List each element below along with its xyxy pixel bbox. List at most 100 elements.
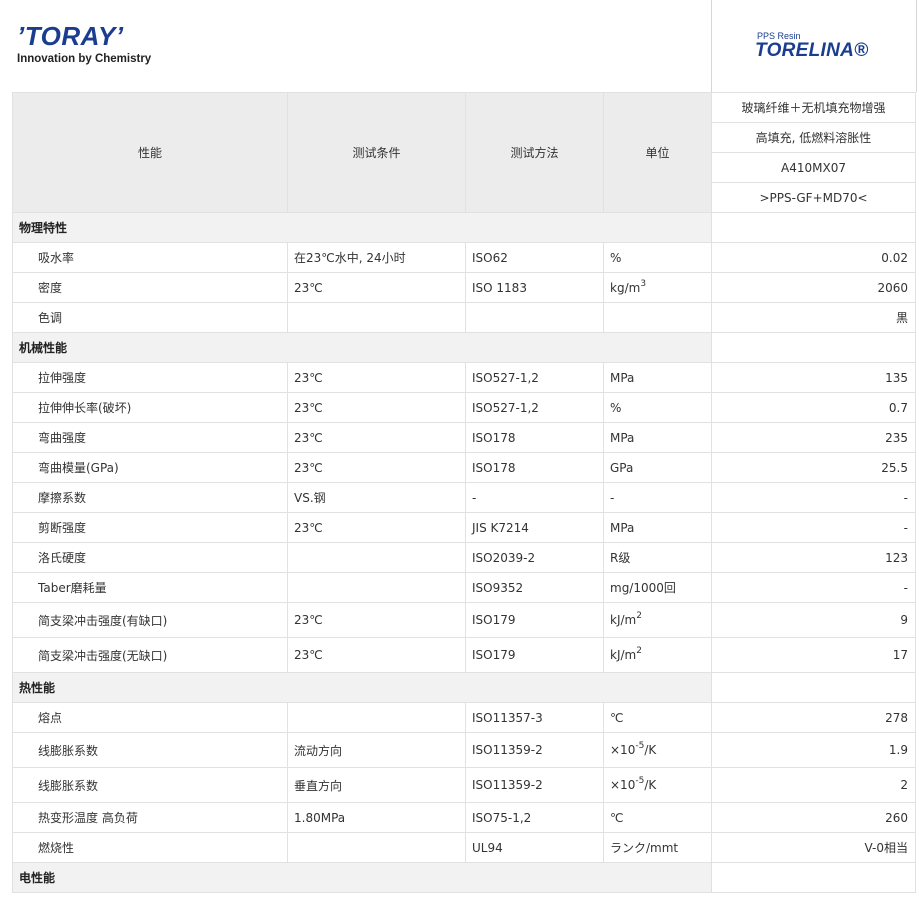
header-feature: 高填充, 低燃料溶胀性 [711,122,916,153]
unit-text: - [610,490,615,505]
unit-cell: MPa [603,362,712,393]
property-name: 燃烧性 [12,832,288,863]
property-name: 拉伸伸长率(破坏) [12,392,288,423]
test-condition [287,572,466,603]
unit-cell: % [603,392,712,423]
property-value: 1.9 [711,732,916,768]
unit-text: MPa [610,430,635,445]
test-condition: 23℃ [287,422,466,453]
header-grade: A410MX07 [711,152,916,183]
unit-text: % [610,400,622,415]
table-row: 拉伸强度 23℃ ISO527-1,2 MPa 135 [12,362,916,393]
table-row: 密度 23℃ ISO 1183 kg/m3 2060 [12,272,916,303]
test-method: ISO2039-2 [465,542,604,573]
unit-cell: mg/1000回 [603,572,712,603]
property-value: 235 [711,422,916,453]
test-method: ISO179 [465,637,604,673]
table-row: 洛氏硬度 ISO2039-2 R级 123 [12,542,916,573]
property-value: 9 [711,602,916,638]
table-row: 剪断强度 23℃ JIS K7214 MPa - [12,512,916,543]
unit-cell: MPa [603,512,712,543]
unit-text: MPa [610,370,635,385]
product-logo-box: PPS Resin TORELINA® [711,0,917,92]
unit-cell: kg/m3 [603,272,712,303]
test-method: ISO527-1,2 [465,392,604,423]
toray-logo: ’TORAY’ Innovation by Chemistry [17,22,207,72]
property-value: 260 [711,802,916,833]
test-method: ISO178 [465,452,604,483]
test-method: UL94 [465,832,604,863]
unit-text: ×10 [610,743,636,757]
property-value: 0.02 [711,242,916,273]
unit-cell: ℃ [603,802,712,833]
property-name: 线膨胀系数 [12,732,288,768]
header-property: 性能 [12,92,288,213]
table-row: 色调 黒 [12,302,916,333]
brand-wordmark: ’TORAY’ [17,21,124,51]
section-value-cell [711,672,916,703]
test-condition: 23℃ [287,272,466,303]
unit-text: ×10 [610,778,636,792]
unit-text: GPa [610,460,634,475]
table-row: 线膨胀系数 垂直方向 ISO11359-2 ×10-5/K 2 [12,767,916,803]
test-condition: 23℃ [287,512,466,543]
property-name: 吸水率 [12,242,288,273]
test-method: JIS K7214 [465,512,604,543]
test-method: ISO11359-2 [465,732,604,768]
test-method: ISO178 [465,422,604,453]
test-method: ISO 1183 [465,272,604,303]
header-condition: 测试条件 [287,92,466,213]
test-condition: 23℃ [287,602,466,638]
test-condition: 1.80MPa [287,802,466,833]
section-value-cell [711,212,916,243]
unit-text: kg/m [610,280,641,295]
property-value: 123 [711,542,916,573]
table-row: 简支梁冲击强度(无缺口) 23℃ ISO179 kJ/m2 17 [12,637,916,673]
test-condition: 23℃ [287,637,466,673]
table-row: Taber磨耗量 ISO9352 mg/1000回 - [12,572,916,603]
unit-suffix: /K [644,778,657,792]
unit-text: R级 [610,551,631,565]
unit-cell: ランク/mmt [603,832,712,863]
test-method: ISO11357-3 [465,702,604,733]
unit-suffix: /K [644,743,657,757]
test-condition: 23℃ [287,362,466,393]
section-title: 物理特性 [12,212,712,243]
unit-exponent: -5 [635,741,645,751]
table-row: 线膨胀系数 流动方向 ISO11359-2 ×10-5/K 1.9 [12,732,916,768]
unit-text: mg/1000回 [610,581,676,595]
properties-table: 性能 测试条件 测试方法 单位 玻璃纤维＋无机填充物增强 高填充, 低燃料溶胀性… [12,92,916,893]
unit-cell [603,302,712,333]
table-row: 吸水率 在23℃水中, 24小时 ISO62% 0.02 [12,242,916,273]
test-method: ISO75-1,2 [465,802,604,833]
property-name: 色调 [12,302,288,333]
table-row: 弯曲模量(GPa) 23℃ ISO178 GPa 25.5 [12,452,916,483]
property-value: 0.7 [711,392,916,423]
test-condition: 垂直方向 [287,767,466,803]
property-name: 弯曲强度 [12,422,288,453]
property-name: 密度 [12,272,288,303]
test-condition [287,302,466,333]
property-name: 弯曲模量(GPa) [12,452,288,483]
header-method: 测试方法 [465,92,604,213]
property-value: 17 [711,637,916,673]
test-condition: 23℃ [287,452,466,483]
section-title: 热性能 [12,672,712,703]
property-name: 简支梁冲击强度(有缺口) [12,602,288,638]
unit-cell: R级 [603,542,712,573]
property-value: 2 [711,767,916,803]
property-name: 洛氏硬度 [12,542,288,573]
test-method: ISO527-1,2 [465,362,604,393]
test-method: ISO179 [465,602,604,638]
unit-text: ランク/mmt [610,841,679,855]
unit-exponent: 2 [636,611,642,621]
section-row: 电性能 [12,862,916,893]
table-row: 拉伸伸长率(破坏) 23℃ ISO527-1,2% 0.7 [12,392,916,423]
unit-cell: kJ/m2 [603,637,712,673]
section-row: 机械性能 [12,332,916,363]
unit-text: % [610,250,622,265]
section-title: 机械性能 [12,332,712,363]
header-description: 玻璃纤维＋无机填充物增强 [711,92,916,123]
property-value: 135 [711,362,916,393]
unit-cell: MPa [603,422,712,453]
